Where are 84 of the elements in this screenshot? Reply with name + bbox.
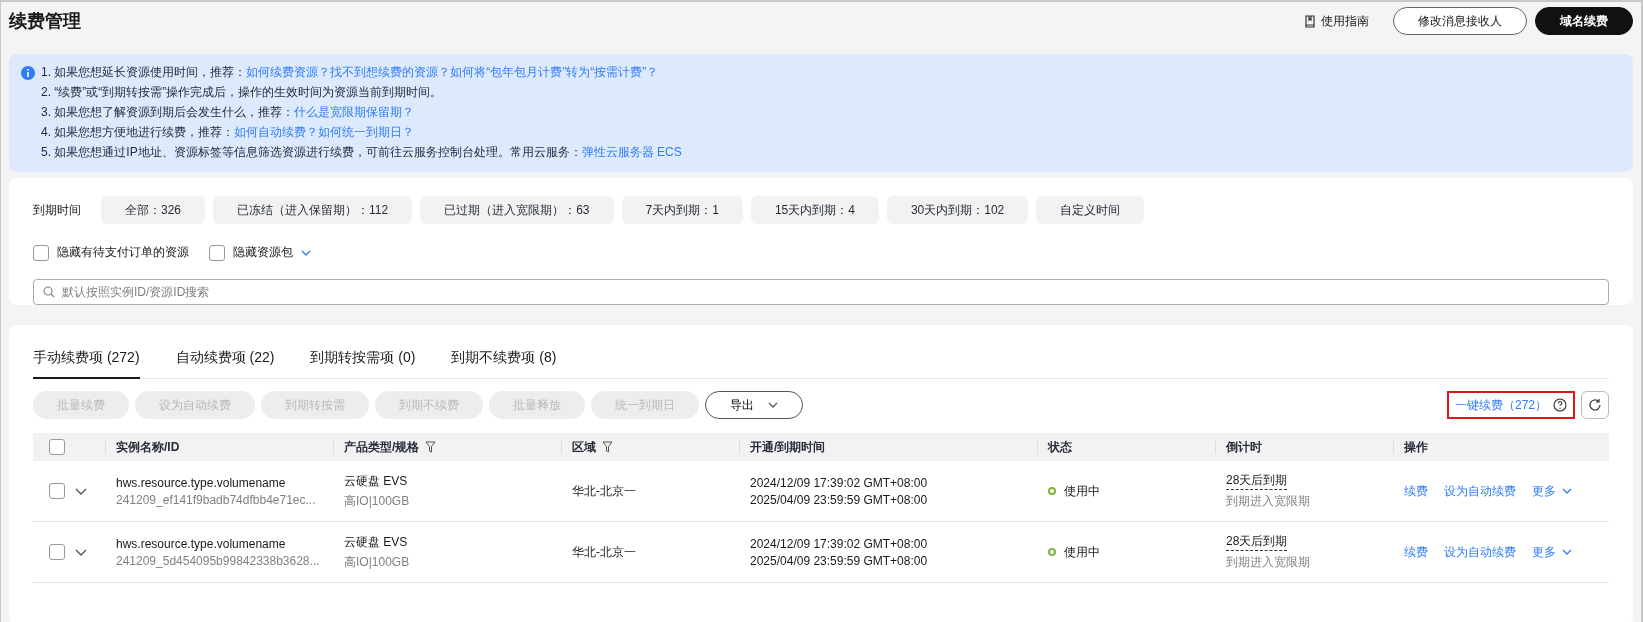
instance-name: hws.resource.type.volumename (116, 536, 287, 551)
book-icon (1305, 14, 1315, 28)
countdown-note: 到期进入宽限期 (1226, 493, 1311, 510)
outline-button[interactable]: 修改消息接收人 (1393, 7, 1527, 35)
tab[interactable]: 自动续费项 (22) (175, 343, 275, 379)
info-icon (21, 66, 35, 80)
expire-time: 2025/04/09 23:59:59 GMT+08:00 (750, 553, 929, 568)
one-click-renew-button[interactable]: 一键续费（272） (1446, 391, 1575, 419)
more-link[interactable]: 更多 (1532, 482, 1572, 500)
primary-button[interactable]: 域名续费 (1535, 7, 1633, 35)
filter-chip[interactable]: 已冻结（进入保留期）：112 (213, 196, 413, 224)
filter-chip[interactable]: 已过期（进入宽限期）：63 (420, 196, 614, 224)
column-header: 区域 (572, 438, 596, 456)
notice-text: 3. 如果您想了解资源到期后会发生什么，推荐：什么是宽限期保留期？ (41, 104, 416, 121)
status-text: 使用中 (1064, 482, 1100, 500)
expand-icon[interactable] (75, 548, 87, 556)
tab[interactable]: 到期不续费项 (8) (451, 343, 557, 379)
filter-chip[interactable]: 15天内到期：4 (750, 196, 879, 224)
row-action-link[interactable]: 设为自动续费 (1444, 482, 1516, 500)
column-header: 操作 (1404, 438, 1428, 456)
checkbox-label: 隐藏有待支付订单的资源 (57, 244, 189, 261)
countdown-text: 28天后到期 (1226, 472, 1288, 490)
checkbox[interactable] (33, 244, 49, 261)
filter-chip[interactable]: 自定义时间 (1036, 196, 1145, 224)
help-link[interactable]: 如何续费资源？ (246, 65, 331, 79)
notice-text: 2. “续费”或“到期转按需”操作完成后，操作的生效时间为资源当前到期时间。 (41, 84, 444, 101)
row-action-link[interactable]: 续费 (1404, 482, 1428, 500)
help-link[interactable]: 如何将“包年包月计费”转为“按需计费”？ (450, 65, 659, 79)
expire-time: 2025/04/09 23:59:59 GMT+08:00 (750, 492, 929, 507)
region-text: 华北-北京一 (572, 482, 637, 500)
page-title: 续费管理 (9, 10, 82, 33)
filter-chip[interactable]: 全部：326 (101, 196, 206, 224)
column-header: 开通/到期时间 (750, 438, 826, 456)
guide-link[interactable]: 使用指南 (1305, 12, 1369, 30)
help-link[interactable]: 弹性云服务器 ECS (581, 145, 682, 159)
notice-text: 5. 如果您想通过IP地址、资源标签等信息筛选资源进行续费，可前往云服务控制台处理。常用云服务：弹性云服务器 ECS (41, 144, 682, 161)
refresh-button[interactable] (1581, 391, 1609, 419)
caret-icon (1562, 549, 1572, 555)
more-link[interactable]: 更多 (1532, 543, 1572, 561)
open-time: 2024/12/09 17:39:02 GMT+08:00 (750, 475, 929, 490)
column-header: 倒计时 (1226, 438, 1262, 456)
region-text: 华北-北京一 (572, 543, 637, 561)
filter-icon[interactable] (602, 441, 613, 453)
expand-icon[interactable] (75, 487, 87, 495)
tab[interactable]: 到期转按需项 (0) (310, 343, 416, 379)
refresh-icon (1588, 398, 1602, 412)
column-header: 实例名称/ID (116, 438, 180, 456)
row-checkbox[interactable] (49, 544, 65, 560)
checkbox[interactable] (209, 244, 225, 261)
column-header: 产品类型/规格 (344, 438, 420, 456)
select-all-checkbox[interactable] (49, 439, 65, 455)
row-action-link[interactable]: 续费 (1404, 543, 1428, 561)
help-link[interactable]: 如何统一到期日？ (318, 125, 415, 139)
search-icon (43, 286, 55, 298)
filter-chip[interactable]: 7天内到期：1 (621, 196, 743, 224)
notice-text: 1. 如果您想延长资源使用时间，推荐：如何续费资源？找不到想续费的资源？如何将“包年包月计费”转为“按需计费”？ (41, 64, 660, 81)
filter-label: 到期时间 (33, 201, 82, 219)
product-spec: 高IO|100GB (344, 553, 411, 571)
export-button[interactable]: 导出 (705, 391, 803, 419)
product-type: 云硬盘 EVS (344, 472, 409, 490)
help-link[interactable]: 如何自动续费？ (234, 125, 319, 139)
instance-id: 241209_ef141f9badb74dfbb4e71ec... (116, 492, 317, 507)
search-field[interactable]: 默认按照实例ID/资源ID搜索 (33, 279, 1609, 305)
row-action-link[interactable]: 设为自动续费 (1444, 543, 1516, 561)
product-spec: 高IO|100GB (344, 492, 411, 510)
notice-text: 4. 如果您想方便地进行续费，推荐：如何自动续费？如何统一到期日？ (41, 124, 416, 141)
open-time: 2024/12/09 17:39:02 GMT+08:00 (750, 536, 929, 551)
caret-icon (1562, 488, 1572, 494)
instance-name: hws.resource.type.volumename (116, 475, 287, 490)
filter-icon[interactable] (425, 441, 437, 453)
tab[interactable]: 手动续费项 (272) (33, 343, 140, 379)
product-type: 云硬盘 EVS (344, 533, 409, 551)
countdown-text: 28天后到期 (1226, 533, 1288, 551)
filter-chip[interactable]: 30天内到期：102 (886, 196, 1029, 224)
column-header: 状态 (1048, 438, 1072, 456)
row-checkbox[interactable] (49, 483, 65, 499)
help-icon (1553, 398, 1567, 412)
caret-icon (768, 402, 778, 408)
status-text: 使用中 (1064, 543, 1100, 561)
checkbox-label: 隐藏资源包 (233, 244, 293, 261)
countdown-note: 到期进入宽限期 (1226, 554, 1311, 571)
instance-id: 241209_5d454095b99842338b3628... (116, 553, 321, 568)
help-link[interactable]: 什么是宽限期保留期？ (294, 105, 415, 119)
help-link[interactable]: 找不到想续费的资源？ (330, 65, 451, 79)
